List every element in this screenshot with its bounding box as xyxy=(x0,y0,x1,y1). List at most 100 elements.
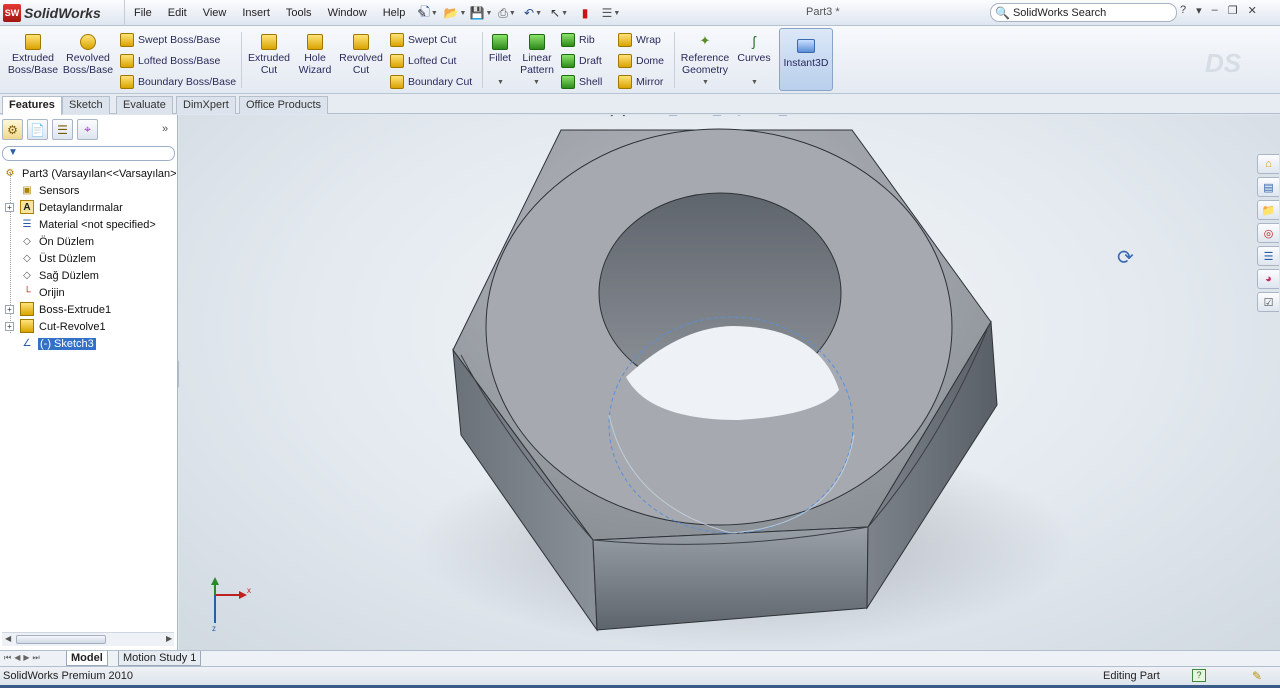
rotate-view-icon[interactable]: ⟳ xyxy=(1117,245,1134,270)
hide-show-items-icon[interactable]: ◎ xyxy=(731,115,747,118)
horizontal-scrollbar[interactable]: ◀ ▶ xyxy=(2,632,174,646)
tree-item-boss-extrude[interactable]: + Boss-Extrude1 xyxy=(0,301,176,318)
save-icon[interactable]: 💾 ▼ xyxy=(470,4,493,22)
view-settings-icon[interactable]: ● xyxy=(797,115,813,118)
menu-insert[interactable]: Insert xyxy=(234,7,278,19)
fillet-dropdown-icon[interactable]: ▼ xyxy=(497,79,504,86)
tab-motion-study[interactable]: Motion Study 1 xyxy=(118,651,202,666)
expand-toggle-icon[interactable]: + xyxy=(5,305,14,314)
menu-help[interactable]: Help xyxy=(375,7,414,19)
revolved-boss-button[interactable]: Revolved Boss/Base xyxy=(63,34,113,76)
apply-scene-icon[interactable]: ▦ xyxy=(775,115,791,118)
file-explorer-icon[interactable]: 📁 xyxy=(1257,200,1279,220)
menu-dropdown-icon[interactable]: ▾ xyxy=(1196,4,1202,17)
new-document-icon[interactable]: 🗋 ▼ xyxy=(418,4,440,22)
tree-item-sketch3[interactable]: ∠ (-) Sketch3 xyxy=(0,335,176,352)
search-box[interactable]: 🔍 SolidWorks Search xyxy=(990,3,1177,22)
solidworks-logo[interactable]: SW SolidWorks xyxy=(3,3,121,23)
print-icon[interactable]: ⎙ ▼ xyxy=(496,4,518,22)
reference-geometry-button[interactable]: ✦ Reference Geometry xyxy=(678,34,732,77)
tree-item-annotations[interactable]: + A Detaylandırmalar xyxy=(0,199,176,216)
menu-file[interactable]: File xyxy=(126,7,160,19)
tree-item-right-plane[interactable]: ◇ Sağ Düzlem xyxy=(0,267,176,284)
pattern-dropdown-icon[interactable]: ▼ xyxy=(533,79,540,86)
linear-pattern-button[interactable]: Linear Pattern xyxy=(517,34,557,76)
tab-model[interactable]: Model xyxy=(66,651,108,666)
section-view-icon[interactable]: ◧ xyxy=(665,115,681,118)
scroll-left-icon[interactable]: ◀ xyxy=(5,634,11,643)
expand-toggle-icon[interactable]: + xyxy=(5,203,14,212)
view-palette-icon[interactable]: ☰ xyxy=(1257,246,1279,266)
next-tab-icon[interactable]: ▶ xyxy=(23,653,29,663)
swept-boss-button[interactable]: Swept Boss/Base xyxy=(120,31,220,49)
mirror-button[interactable]: Mirror xyxy=(618,73,663,91)
undo-icon[interactable]: ↶ ▼ xyxy=(522,4,544,22)
tree-item-origin[interactable]: └ Orijin xyxy=(0,284,176,301)
minimize-icon[interactable]: – xyxy=(1212,4,1218,17)
tree-item-front-plane[interactable]: ◇ Ön Düzlem xyxy=(0,233,176,250)
prev-tab-icon[interactable]: ◀ xyxy=(14,653,20,663)
lofted-boss-button[interactable]: Lofted Boss/Base xyxy=(120,52,220,70)
last-tab-icon[interactable]: ⏭ xyxy=(33,653,40,663)
expand-toggle-icon[interactable]: + xyxy=(5,322,14,331)
revolved-cut-button[interactable]: Revolved Cut xyxy=(338,34,384,76)
close-icon[interactable]: ✕ xyxy=(1248,4,1257,17)
menu-view[interactable]: View xyxy=(195,7,235,19)
property-manager-tab-icon[interactable]: 📄 xyxy=(27,119,48,140)
tree-root-part[interactable]: ⚙ Part3 (Varsayılan<<Varsayılan> xyxy=(0,165,177,182)
restore-icon[interactable]: ❐ xyxy=(1228,4,1238,17)
dimxpert-manager-tab-icon[interactable]: ⌖ xyxy=(77,119,98,140)
hex-nut-model[interactable] xyxy=(179,115,1280,650)
zoom-to-fit-icon[interactable]: 🔍 xyxy=(599,115,615,118)
tab-sketch[interactable]: Sketch xyxy=(62,96,110,114)
extruded-boss-button[interactable]: Extruded Boss/Base xyxy=(8,34,58,76)
configuration-manager-tab-icon[interactable]: ☰ xyxy=(52,119,73,140)
wrap-button[interactable]: Wrap xyxy=(618,31,661,49)
menu-tools[interactable]: Tools xyxy=(278,7,320,19)
appearances-icon[interactable]: ◕ xyxy=(1257,269,1279,289)
boundary-boss-button[interactable]: Boundary Boss/Base xyxy=(120,73,236,91)
display-style-icon[interactable]: ▣ xyxy=(709,115,725,118)
shell-button[interactable]: Shell xyxy=(561,73,602,91)
extruded-cut-button[interactable]: Extruded Cut xyxy=(246,34,292,76)
select-cursor-icon[interactable]: ↖ ▼ xyxy=(548,4,570,22)
quick-tips-icon[interactable]: ? xyxy=(1192,669,1206,682)
viewport-minimize-icon[interactable]: – xyxy=(1211,115,1217,116)
dome-button[interactable]: Dome xyxy=(618,52,664,70)
hole-wizard-button[interactable]: Hole Wizard xyxy=(294,34,336,76)
first-tab-icon[interactable]: ⏮ xyxy=(4,653,11,663)
edit-appearance-icon[interactable]: ◕ xyxy=(753,115,769,118)
previous-view-icon[interactable]: ↶ xyxy=(643,115,659,118)
scroll-right-icon[interactable]: ▶ xyxy=(166,634,172,643)
view-orientation-icon[interactable]: ⬡ xyxy=(687,115,703,118)
tree-item-sensors[interactable]: ▣ Sensors xyxy=(0,182,176,199)
reference-dropdown-icon[interactable]: ▼ xyxy=(702,79,709,86)
rebuild-status-icon[interactable]: ✎ xyxy=(1252,669,1262,683)
scroll-thumb[interactable] xyxy=(16,635,106,644)
curves-button[interactable]: ʃ Curves xyxy=(736,34,772,64)
custom-properties-icon[interactable]: ☑ xyxy=(1257,292,1279,312)
options-icon[interactable]: ☰ ▼ xyxy=(600,4,622,22)
open-folder-icon[interactable]: 📂 ▼ xyxy=(444,4,467,22)
rib-button[interactable]: Rib xyxy=(561,31,595,49)
tree-item-top-plane[interactable]: ◇ Üst Düzlem xyxy=(0,250,176,267)
tree-item-cut-revolve[interactable]: + Cut-Revolve1 xyxy=(0,318,176,335)
zoom-to-area-icon[interactable]: 🔎 xyxy=(621,115,637,118)
expand-panel-icon[interactable]: » xyxy=(162,123,168,135)
viewport-restore-icon[interactable]: ❐ xyxy=(1227,115,1237,116)
lofted-cut-button[interactable]: Lofted Cut xyxy=(390,52,456,70)
feature-manager-tab-icon[interactable]: ⚙ xyxy=(2,119,23,140)
graphics-area[interactable]: 🔍 🔎 ↶ ◧ ⬡ ▣ ◎ ◕ ▦ ● – ❐ ✕ ⟳ x z xyxy=(179,115,1280,650)
tree-item-material[interactable]: ☰ Material <not specified> xyxy=(0,216,176,233)
tab-dimxpert[interactable]: DimXpert xyxy=(176,96,236,114)
design-library-icon[interactable]: ▤ xyxy=(1257,177,1279,197)
tab-evaluate[interactable]: Evaluate xyxy=(116,96,173,114)
search-results-icon[interactable]: ◎ xyxy=(1257,223,1279,243)
menu-edit[interactable]: Edit xyxy=(160,7,195,19)
boundary-cut-button[interactable]: Boundary Cut xyxy=(390,73,472,91)
tree-filter-input[interactable]: ▼ xyxy=(2,146,175,161)
solidworks-resources-icon[interactable]: ⌂ xyxy=(1257,154,1279,174)
fillet-button[interactable]: Fillet xyxy=(487,34,513,64)
swept-cut-button[interactable]: Swept Cut xyxy=(390,31,456,49)
viewport-close-icon[interactable]: ✕ xyxy=(1247,115,1256,116)
